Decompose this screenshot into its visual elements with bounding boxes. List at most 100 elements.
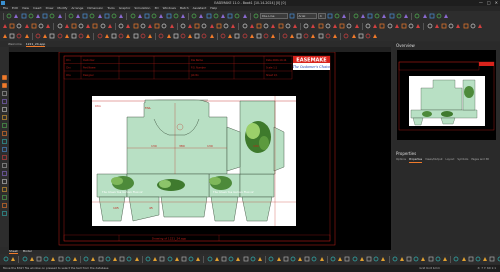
pan-icon[interactable] [435,256,441,262]
paste-icon[interactable] [10,256,16,262]
undo-icon[interactable] [16,23,22,29]
arc-icon[interactable] [68,13,74,19]
prop-tab-symbols[interactable]: Symbols [457,158,468,163]
paste-icon[interactable] [1,115,7,120]
rotate-icon[interactable] [97,33,103,39]
grid-icon[interactable] [158,13,164,19]
snap-icon[interactable] [133,33,139,39]
open-icon[interactable] [187,23,193,29]
trim-icon[interactable] [65,256,71,262]
snap-icon[interactable] [325,33,331,39]
measure-icon[interactable] [140,33,146,39]
drawing-canvas[interactable]: Chn Customer Die Name Date 2024-10-14 Ch… [9,47,391,250]
snap-icon[interactable] [166,13,172,19]
layer-icon[interactable] [475,256,481,262]
paste-icon[interactable] [45,23,51,29]
undo-icon[interactable] [174,256,180,262]
open-icon[interactable] [344,256,350,262]
select-icon[interactable] [92,23,98,29]
copy-icon[interactable] [49,13,55,19]
rect-icon[interactable] [420,256,426,262]
print-icon[interactable] [180,33,186,39]
rotate-icon[interactable] [310,23,316,29]
measure-icon[interactable] [161,23,167,29]
prop-tab-views[interactable]: Views/Output [425,158,442,163]
open-icon[interactable] [166,33,172,39]
cut-icon[interactable] [201,33,207,39]
snap-icon[interactable] [119,256,125,262]
rotate-icon[interactable] [130,13,136,19]
settings-icon[interactable] [414,13,420,19]
undo-icon[interactable] [187,33,193,39]
dim-icon[interactable] [374,13,380,19]
line-icon[interactable] [207,256,213,262]
size-select[interactable]: 4 [317,13,326,19]
circle-icon[interactable] [234,33,240,39]
arc-icon[interactable] [441,23,447,29]
offset-icon[interactable] [118,13,124,19]
new-icon[interactable] [158,33,164,39]
copy-icon[interactable] [38,23,44,29]
circle-icon[interactable] [1,139,7,144]
zoom-icon[interactable] [463,23,469,29]
rect-icon[interactable] [263,23,269,29]
arc-icon[interactable] [1,131,7,136]
trim-icon[interactable] [111,13,117,19]
text-icon[interactable] [381,13,387,19]
layer-icon[interactable] [125,23,131,29]
save-icon[interactable] [436,13,442,19]
redo-icon[interactable] [216,23,222,29]
undo-icon[interactable] [401,23,407,29]
line-icon[interactable] [242,23,248,29]
new-icon[interactable] [337,256,343,262]
trim-icon[interactable] [257,256,263,262]
select-icon[interactable] [334,13,340,19]
text-icon[interactable] [310,33,316,39]
trim-icon[interactable] [270,33,276,39]
pan-icon[interactable] [1,163,7,168]
trim-icon[interactable] [1,179,7,184]
font-select[interactable]: Arial [296,13,317,19]
redo-icon[interactable] [35,13,41,19]
layer-icon[interactable] [137,13,143,19]
circle-icon[interactable] [64,23,70,29]
mirror-icon[interactable] [268,256,274,262]
export-icon[interactable] [134,256,140,262]
dim-icon[interactable] [111,33,117,39]
save-icon[interactable] [194,23,200,29]
arc-icon[interactable] [35,33,41,39]
new-icon[interactable] [372,23,378,29]
paste-icon[interactable] [24,33,30,39]
rotate-icon[interactable] [468,256,474,262]
open-icon[interactable] [429,13,435,19]
undo-icon[interactable] [220,13,226,19]
new-icon[interactable] [351,33,357,39]
circle-icon[interactable] [256,23,262,29]
pan-icon[interactable] [278,23,284,29]
circle-icon[interactable] [75,13,81,19]
settings-icon[interactable] [343,33,349,39]
redo-icon[interactable] [24,23,30,29]
print-icon[interactable] [213,13,219,19]
dim-icon[interactable] [325,23,331,29]
print-icon[interactable] [359,256,365,262]
layer-icon[interactable] [1,211,7,216]
arc-icon[interactable] [249,23,255,29]
redo-icon[interactable] [408,23,414,29]
cut-icon[interactable] [188,256,194,262]
print-icon[interactable] [443,13,449,19]
offset-icon[interactable] [453,256,459,262]
measure-icon[interactable] [332,33,338,39]
rect-icon[interactable] [36,256,42,262]
circle-icon[interactable] [221,256,227,262]
zoom-icon[interactable] [249,33,255,39]
export-icon[interactable] [147,33,153,39]
prop-tab-options[interactable]: Options [396,158,406,163]
cut-icon[interactable] [31,23,37,29]
settings-icon[interactable] [365,23,371,29]
line-icon[interactable] [1,123,7,128]
new-icon[interactable] [180,23,186,29]
circle-icon[interactable] [413,256,419,262]
prop-tab-layout[interactable]: Layout [446,158,455,163]
measure-icon[interactable] [319,256,325,262]
